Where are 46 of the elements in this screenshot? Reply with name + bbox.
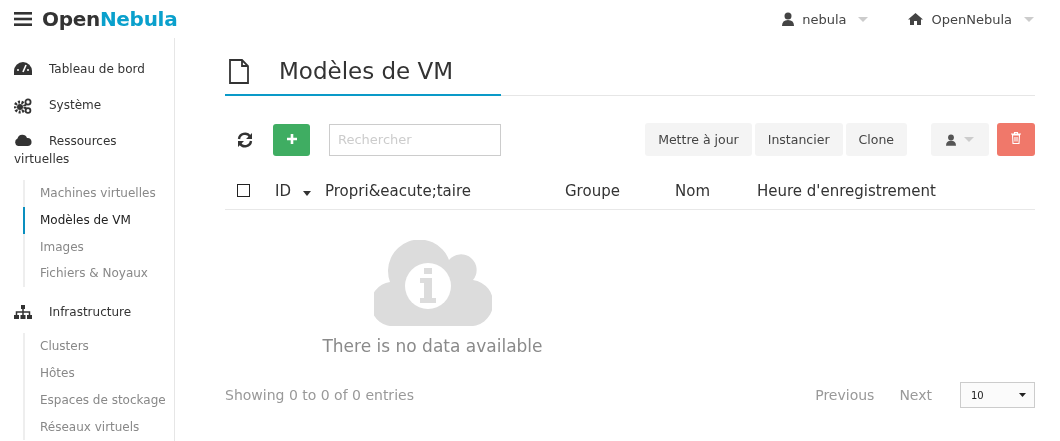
zone-menu[interactable]: OpenNebula [908, 11, 1034, 27]
sitemap-icon [14, 305, 32, 320]
sidebar-item[interactable]: Modèles de VM [23, 206, 174, 234]
delete-button[interactable] [997, 123, 1035, 156]
toolbar-button[interactable]: Instancier [754, 123, 843, 156]
sidebar-item[interactable]: Espaces de stockage [23, 386, 174, 414]
column-header[interactable]: ID [275, 181, 291, 200]
refresh-icon[interactable] [237, 131, 253, 148]
sidebar-section[interactable]: Tableau de bord [14, 60, 166, 78]
menu-icon[interactable] [14, 12, 32, 26]
user-icon [782, 12, 795, 26]
sort-icon [303, 190, 311, 196]
column-header[interactable]: Groupe [565, 181, 620, 200]
user-icon [946, 133, 956, 146]
column-header[interactable]: Propri&eacute;taire [325, 181, 471, 200]
column-header[interactable]: Nom [675, 181, 710, 200]
toolbar-button[interactable]: Clone [845, 123, 907, 156]
logo[interactable]: OpenNebula [42, 7, 178, 31]
sidebar-section[interactable]: Système [14, 96, 166, 114]
home-icon [908, 13, 924, 25]
sidebar-item[interactable]: Hôtes [23, 360, 174, 387]
page-title: Modèles de VM [279, 58, 454, 84]
column-header[interactable]: Heure d'enregistrement [757, 181, 936, 200]
trash-icon [1011, 132, 1021, 144]
cloud-icon [14, 134, 32, 146]
sidebar-item[interactable]: Images [23, 233, 174, 261]
sidebar-section[interactable]: Ressources virtuelles [14, 132, 166, 168]
file-icon [229, 58, 249, 84]
sidebar-section[interactable]: Infrastructure [14, 303, 166, 322]
add-button[interactable] [273, 123, 310, 156]
sidebar-item[interactable]: Fichiers & Noyaux [23, 260, 174, 288]
caret-icon [1019, 393, 1026, 397]
user-menu[interactable]: nebula [782, 11, 869, 27]
page-size-select[interactable]: 10 [960, 382, 1035, 408]
toolbar-button[interactable]: Mettre à jour [645, 123, 752, 156]
dashboard-icon [14, 62, 32, 75]
plus-icon [286, 134, 297, 144]
gears-icon [14, 98, 32, 114]
select-all-checkbox[interactable] [237, 184, 250, 197]
sidebar-item[interactable]: Clusters [23, 333, 174, 360]
sidebar-item[interactable]: Réseaux virtuels [23, 413, 174, 441]
info-cloud-icon [373, 240, 492, 326]
empty-message: There is no data available [322, 336, 543, 356]
owner-menu-button[interactable] [931, 123, 989, 156]
entries-info: Showing 0 to 0 of 0 entries [225, 387, 414, 403]
sidebar-item[interactable]: Machines virtuelles [23, 180, 174, 207]
